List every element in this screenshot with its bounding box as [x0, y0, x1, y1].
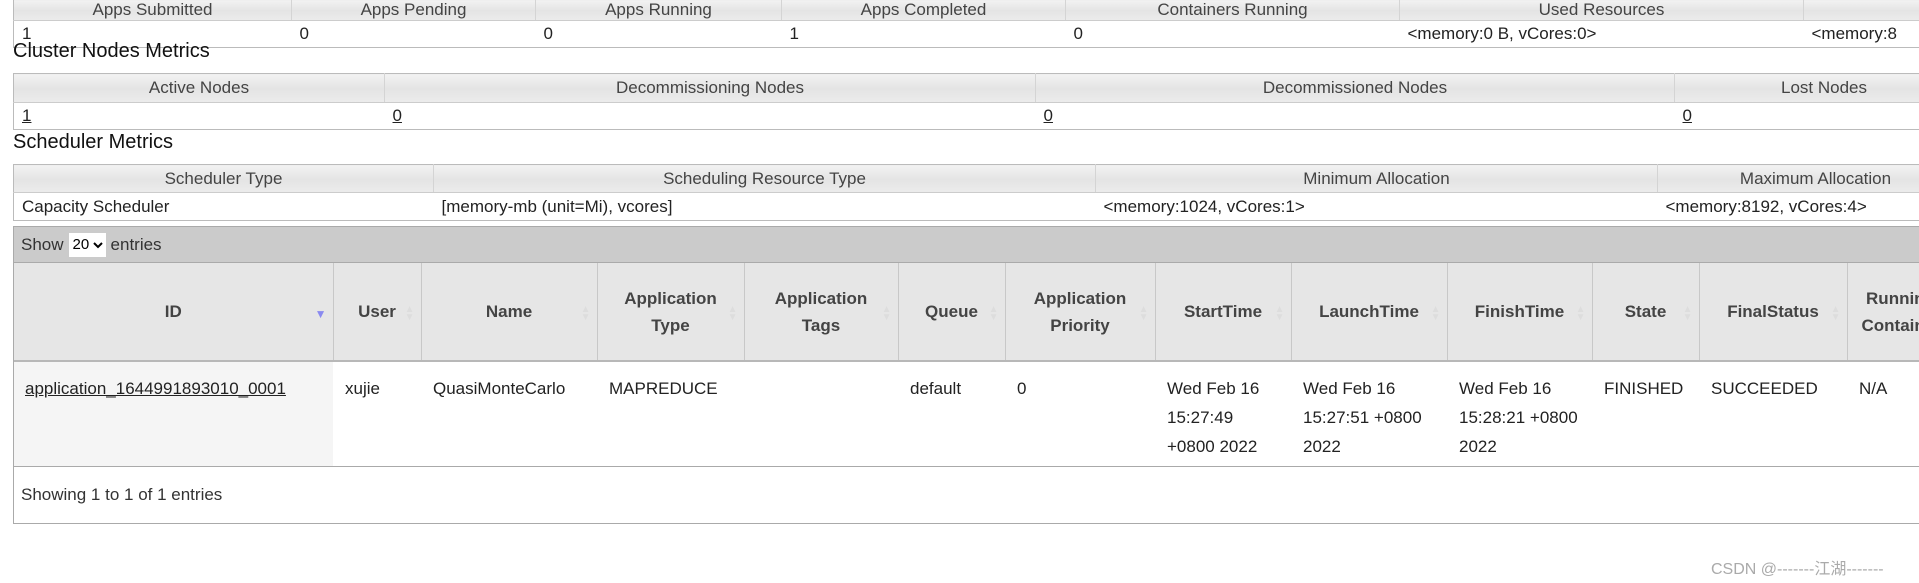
sort-icon[interactable]: ▲ ▼ [1139, 304, 1149, 322]
column-label: User [358, 302, 396, 321]
col-scheduler-type: Scheduler Type [13, 164, 434, 193]
col-scheduling-resource-type: Scheduling Resource Type [433, 164, 1096, 193]
cell-running-containers: N/A [1847, 361, 1919, 467]
column-label: FinishTime [1474, 302, 1565, 321]
col-user[interactable]: User ▲ ▼ [333, 263, 422, 362]
column-label: Name [485, 302, 533, 321]
apps-completed-value: 1 [781, 20, 1066, 48]
col-state[interactable]: State ▲ ▼ [1592, 263, 1700, 362]
apps-pending-value: 0 [291, 20, 536, 48]
cluster-nodes-title: Cluster Nodes Metrics [13, 40, 210, 62]
col-launchtime[interactable]: LaunchTime ▲ ▼ [1291, 263, 1448, 362]
col-starttime[interactable]: StartTime ▲ ▼ [1155, 263, 1292, 362]
scheduler-metrics-table: Scheduler Type Scheduling Resource Type … [13, 164, 1919, 221]
column-label: ID [164, 302, 182, 321]
col-decommissioning-nodes: Decommissioning Nodes [384, 73, 1036, 103]
column-label: Application Priority [1033, 288, 1127, 335]
sort-icon[interactable]: ▲ ▼ [581, 304, 591, 322]
col-apps-pending: Apps Pending [291, 0, 536, 21]
cell-application-priority: 0 [1005, 361, 1155, 467]
table-row: application_1644991893010_0001 xujie Quasi… [14, 361, 1919, 467]
sort-icon[interactable]: ▲ ▼ [1576, 304, 1586, 322]
scheduler-type-value: Capacity Scheduler [13, 192, 434, 221]
col-used-resources: Used Resources [1399, 0, 1804, 21]
cell-application-tags [744, 361, 898, 467]
lost-nodes-link[interactable]: 0 [1683, 106, 1692, 125]
entries-label: entries [110, 234, 162, 254]
scheduler-metrics-title: Scheduler Metrics [13, 131, 174, 153]
watermark: CSDN @-------江湖------- [1711, 561, 1884, 578]
col-application-priority[interactable]: Application Priority ▲ ▼ [1005, 263, 1156, 362]
col-minimum-allocation: Minimum Allocation [1095, 164, 1658, 193]
column-label: Running Containers [1861, 288, 1919, 335]
table-info: Showing 1 to 1 of 1 entries [21, 485, 223, 504]
active-nodes-link[interactable]: 1 [22, 106, 31, 125]
sort-icon[interactable]: ▲ ▼ [728, 304, 738, 322]
col-apps-running: Apps Running [535, 0, 782, 21]
col-finalstatus[interactable]: FinalStatus ▲ ▼ [1699, 263, 1848, 362]
cell-finishtime: Wed Feb 16 15:28:21 +0800 2022 [1447, 361, 1592, 467]
col-active-nodes: Active Nodes [13, 73, 385, 103]
column-label: LaunchTime [1319, 302, 1419, 321]
sort-icon[interactable]: ▲ ▼ [882, 304, 892, 322]
sort-icon[interactable]: ▲ ▼ [405, 304, 415, 322]
cell-launchtime: Wed Feb 16 15:27:51 +0800 2022 [1291, 361, 1447, 467]
containers-running-value: 0 [1065, 20, 1400, 48]
sort-icon[interactable]: ▲ ▼ [989, 304, 999, 322]
applications-panel: Show 20 entries ID ▼ User ▲ ▼ Name ▲ ▼ Applicati… [13, 226, 1919, 524]
cluster-nodes-table: Active Nodes Decommissioning Nodes Decom… [13, 73, 1919, 130]
col-maximum-allocation: Maximum Allocation [1657, 164, 1919, 193]
page-size-select[interactable]: 20 [68, 232, 106, 257]
sort-icon[interactable]: ▲ ▼ [1275, 304, 1285, 322]
column-label: State [1624, 302, 1667, 321]
column-label: Application Tags [774, 288, 868, 335]
col-apps-completed: Apps Completed [781, 0, 1066, 21]
col-decommissioned-nodes: Decommissioned Nodes [1035, 73, 1675, 103]
cell-id: application_1644991893010_0001 [14, 361, 333, 467]
column-label: StartTime [1183, 302, 1263, 321]
maximum-allocation-value: <memory:8192, vCores:4> [1657, 192, 1919, 221]
col-queue[interactable]: Queue ▲ ▼ [898, 263, 1006, 362]
col-application-tags[interactable]: Application Tags ▲ ▼ [744, 263, 899, 362]
sort-icon[interactable]: ▲ ▼ [1831, 304, 1841, 322]
decommissioning-nodes-link[interactable]: 0 [393, 106, 402, 125]
scheduling-resource-type-value: [memory-mb (unit=Mi), vcores] [433, 192, 1096, 221]
sort-desc-icon[interactable]: ▼ [315, 308, 327, 320]
col-lost-nodes: Lost Nodes [1674, 73, 1919, 103]
column-label: Application Type [624, 288, 717, 335]
cell-queue: default [898, 361, 1005, 467]
cell-starttime: Wed Feb 16 15:27:49 +0800 2022 [1155, 361, 1291, 467]
col-containers-running: Containers Running [1065, 0, 1400, 21]
sort-icon[interactable]: ▲ ▼ [1431, 304, 1441, 322]
application-id-link[interactable]: application_1644991893010_0001 [25, 379, 286, 398]
col-apps-submitted: Apps Submitted [13, 0, 292, 21]
col-id[interactable]: ID ▼ [14, 263, 334, 362]
cell-finalstatus: SUCCEEDED [1699, 361, 1847, 467]
used-resources-value: <memory:0 B, vCores:0> [1399, 20, 1804, 48]
col-application-type[interactable]: Application Type ▲ ▼ [597, 263, 745, 362]
cell-user: xujie [333, 361, 421, 467]
total-resources-value: <memory:8 [1803, 20, 1919, 48]
cell-application-type: MAPREDUCE [597, 361, 744, 467]
applications-table: ID ▼ User ▲ ▼ Name ▲ ▼ Application Type ▲ ▼ Applica… [14, 263, 1919, 467]
col-name[interactable]: Name ▲ ▼ [421, 263, 598, 362]
show-label: Show [21, 234, 64, 254]
col-finishtime[interactable]: FinishTime ▲ ▼ [1447, 263, 1593, 362]
col-total-resources [1803, 0, 1919, 21]
entries-toolbar: Show 20 entries [14, 227, 1919, 263]
cell-state: FINISHED [1592, 361, 1699, 467]
col-running-containers[interactable]: Running Containers▲▼ [1847, 263, 1919, 362]
cluster-metrics-table: Apps Submitted Apps Pending Apps Running… [13, 0, 1919, 48]
apps-running-value: 0 [535, 20, 782, 48]
cell-name: QuasiMonteCarlo [421, 361, 597, 467]
column-label: Queue [925, 302, 978, 321]
sort-icon[interactable]: ▲ ▼ [1683, 304, 1693, 322]
column-label: FinalStatus [1727, 302, 1819, 321]
decommissioned-nodes-link[interactable]: 0 [1044, 106, 1053, 125]
minimum-allocation-value: <memory:1024, vCores:1> [1095, 192, 1658, 221]
